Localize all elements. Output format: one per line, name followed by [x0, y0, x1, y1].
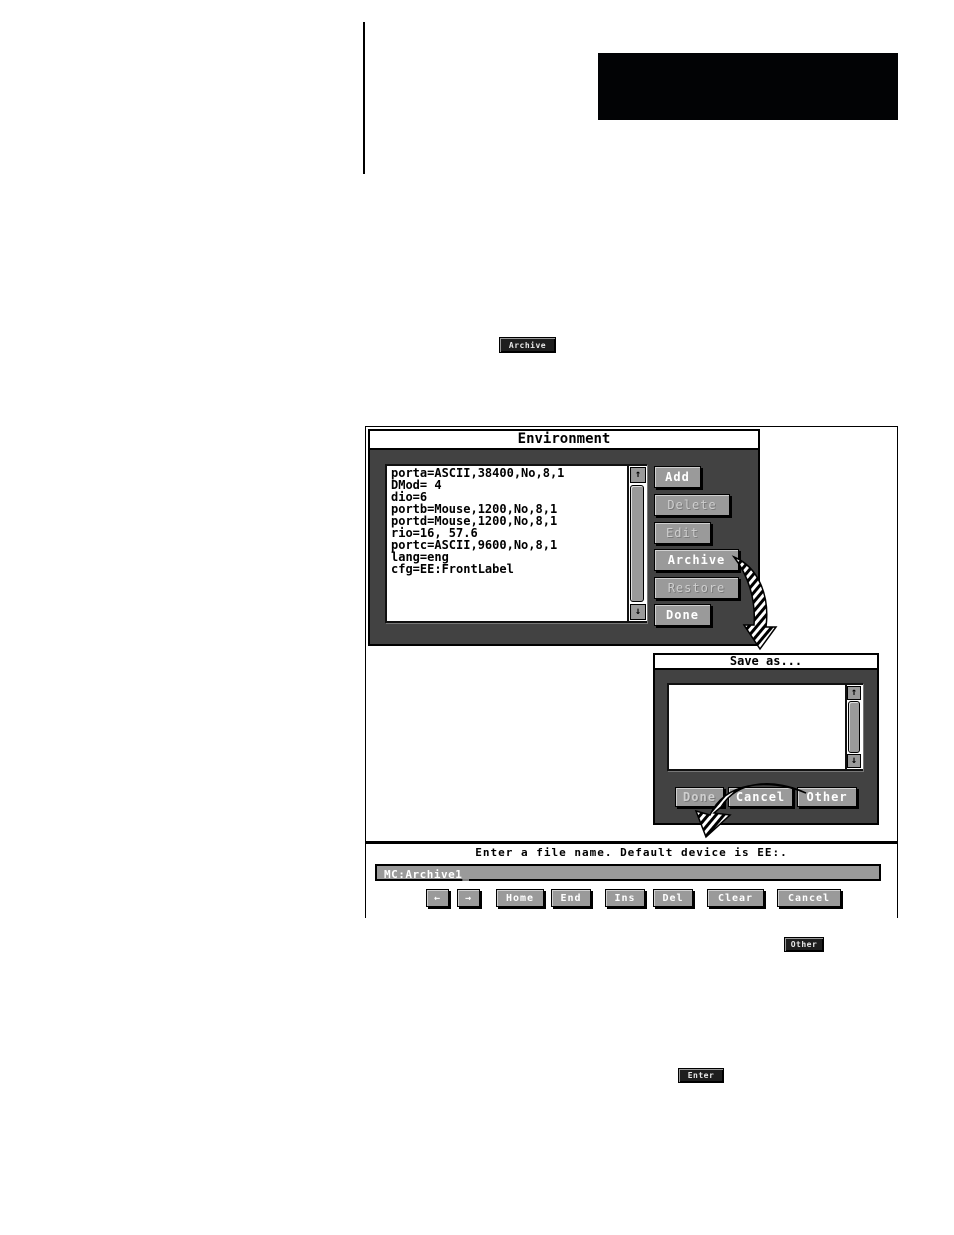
cursor-left-button[interactable]: ←: [426, 889, 449, 907]
end-button[interactable]: End: [551, 889, 591, 907]
inline-archive-button-image: Archive: [499, 337, 556, 353]
home-button[interactable]: Home: [496, 889, 544, 907]
callout-arrow-other-to-prompt: [694, 783, 807, 839]
filename-input[interactable]: MC:Archive1_: [375, 864, 881, 881]
del-button[interactable]: Del: [653, 889, 693, 907]
margin-rule: [363, 22, 365, 174]
prompt-message: Enter a file name. Default device is EE:…: [475, 846, 788, 859]
inline-other-button-image: Other: [784, 937, 824, 952]
figure-frame: Environment porta=ASCII,38400,No,8,1 DMo…: [365, 426, 898, 920]
chapter-header-block: [598, 53, 898, 120]
cancel-button[interactable]: Cancel: [777, 889, 841, 907]
filename-prompt-panel: Enter a file name. Default device is EE:…: [366, 841, 897, 920]
cursor-right-button[interactable]: →: [457, 889, 480, 907]
clear-button[interactable]: Clear: [707, 889, 764, 907]
inline-enter-button-image: Enter: [678, 1068, 724, 1083]
ins-button[interactable]: Ins: [605, 889, 645, 907]
